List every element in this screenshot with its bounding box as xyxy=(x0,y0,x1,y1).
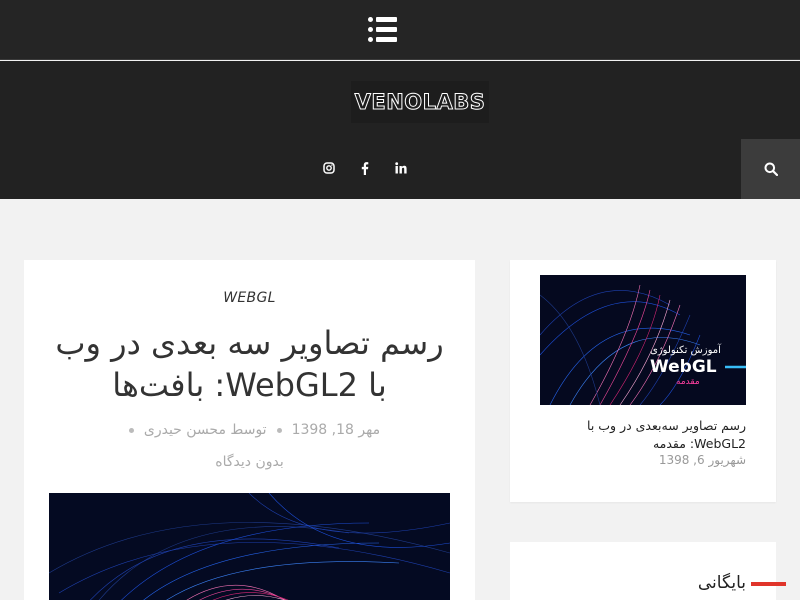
recent-post-thumbnail[interactable]: آموزش تکنولوژی WebGL مقدمه xyxy=(540,275,746,405)
recent-post-widget: آموزش تکنولوژی WebGL مقدمه رسم تصاویر سه… xyxy=(510,260,776,502)
post-category[interactable]: WEBGL xyxy=(24,290,475,306)
linkedin-icon[interactable] xyxy=(390,157,412,179)
archive-title: بایگانی xyxy=(697,573,746,593)
thumbnail-caption-sub: مقدمه xyxy=(676,377,700,387)
thumbnail-caption-top: آموزش تکنولوژی xyxy=(650,345,721,356)
post-author[interactable]: توسط محسن حیدری xyxy=(144,422,267,438)
menu-list-icon[interactable] xyxy=(368,17,398,43)
archive-widget: بایگانی xyxy=(510,542,786,600)
archive-title-accent xyxy=(751,582,786,586)
post-comments[interactable]: بدون دیدگاه xyxy=(215,454,283,470)
brand-bar: VENOLABS xyxy=(0,61,800,199)
search-icon xyxy=(764,162,778,176)
recent-post-title[interactable]: رسم تصاویر سه‌بعدی در وب با WebGL2: مقدم… xyxy=(540,417,746,453)
site-logo[interactable]: VENOLABS xyxy=(351,81,489,123)
top-bar xyxy=(0,0,800,60)
thumbnail-caption-main: WebGL xyxy=(650,357,717,377)
recent-post-date: شهریور 6, 1398 xyxy=(658,453,746,467)
post-featured-image[interactable] xyxy=(49,493,450,600)
site-logo-text: VENOLABS xyxy=(354,90,486,115)
facebook-icon[interactable] xyxy=(354,157,376,179)
post-meta: مهر 18, 1398 توسط محسن حیدری بدون دیدگاه xyxy=(49,414,450,478)
social-links xyxy=(318,157,418,179)
post-title[interactable]: رسم تصاویر سه بعدی در وب با WebGL2: بافت… xyxy=(49,322,450,406)
post-card: WEBGL رسم تصاویر سه بعدی در وب با WebGL2… xyxy=(24,260,475,600)
instagram-icon[interactable] xyxy=(318,157,340,179)
post-date[interactable]: مهر 18, 1398 xyxy=(292,422,381,438)
search-button[interactable] xyxy=(741,139,800,199)
